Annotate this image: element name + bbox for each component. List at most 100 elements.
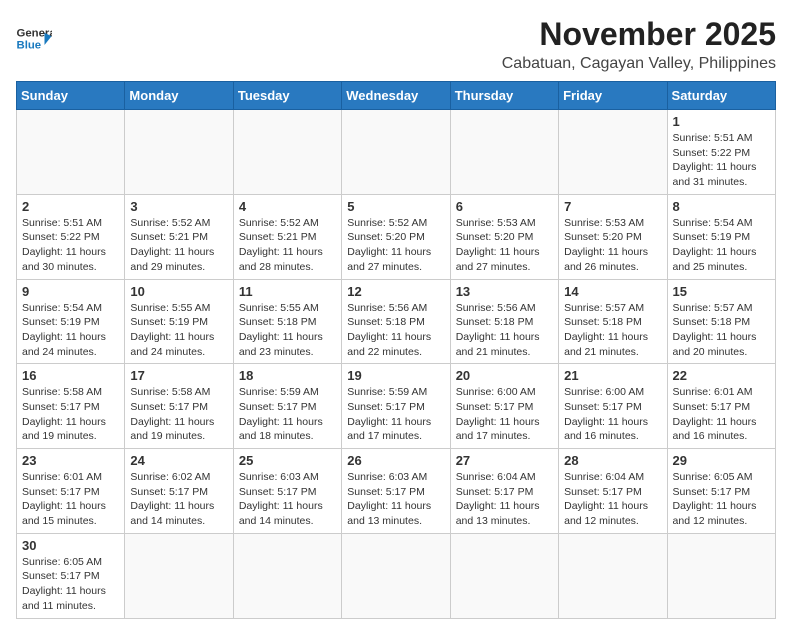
calendar-cell <box>450 533 558 618</box>
calendar-cell: 9 Sunrise: 5:54 AMSunset: 5:19 PMDaylight… <box>17 279 125 364</box>
calendar-cell: 7Sunrise: 5:53 AMSunset: 5:20 PMDaylight… <box>559 194 667 279</box>
calendar-cell: 18 Sunrise: 5:59 AMSunset: 5:17 PMDayligh… <box>233 364 341 449</box>
calendar-cell: 20Sunrise: 6:00 AMSunset: 5:17 PMDayligh… <box>450 364 558 449</box>
day-number: 4 <box>239 199 336 214</box>
calendar-cell <box>233 533 341 618</box>
day-info: Sunrise: 5:54 AMSunset: 5:19 PMDaylight:… <box>22 301 119 360</box>
day-number: 24 <box>130 453 227 468</box>
calendar-cell: 19Sunrise: 5:59 AMSunset: 5:17 PMDayligh… <box>342 364 450 449</box>
calendar-cell <box>233 110 341 195</box>
day-info: Sunrise: 5:57 AMSunset: 5:18 PMDaylight:… <box>673 301 770 360</box>
calendar-cell: 14 Sunrise: 5:57 AMSunset: 5:18 PMDayligh… <box>559 279 667 364</box>
day-number: 26 <box>347 453 444 468</box>
day-info: Sunrise: 5:53 AMSunset: 5:20 PMDaylight:… <box>456 216 553 275</box>
day-number: 17 <box>130 368 227 383</box>
day-number: 5 <box>347 199 444 214</box>
day-number: 3 <box>130 199 227 214</box>
day-info: Sunrise: 5:52 AMSunset: 5:21 PMDaylight:… <box>239 216 336 275</box>
day-number: 11 <box>239 284 336 299</box>
day-info: Sunrise: 5:59 AMSunset: 5:17 PMDaylight:… <box>239 385 336 444</box>
calendar-cell: 13Sunrise: 5:56 AMSunset: 5:18 PMDayligh… <box>450 279 558 364</box>
calendar-cell: 8 Sunrise: 5:54 AMSunset: 5:19 PMDaylight… <box>667 194 775 279</box>
day-number: 9 <box>22 284 119 299</box>
calendar-cell: 28Sunrise: 6:04 AMSunset: 5:17 PMDayligh… <box>559 449 667 534</box>
calendar-cell: 25Sunrise: 6:03 AMSunset: 5:17 PMDayligh… <box>233 449 341 534</box>
main-title: November 2025 <box>502 16 776 53</box>
calendar-cell <box>559 110 667 195</box>
calendar-cell: 23Sunrise: 6:01 AMSunset: 5:17 PMDayligh… <box>17 449 125 534</box>
calendar-cell <box>450 110 558 195</box>
calendar-cell <box>559 533 667 618</box>
calendar-cell: 27Sunrise: 6:04 AMSunset: 5:17 PMDayligh… <box>450 449 558 534</box>
day-info: Sunrise: 6:05 AMSunset: 5:17 PMDaylight:… <box>673 470 770 529</box>
calendar-cell: 16 Sunrise: 5:58 AMSunset: 5:17 PMDayligh… <box>17 364 125 449</box>
day-number: 27 <box>456 453 553 468</box>
calendar-cell <box>125 533 233 618</box>
subtitle: Cabatuan, Cagayan Valley, Philippines <box>502 55 776 73</box>
day-info: Sunrise: 6:02 AMSunset: 5:17 PMDaylight:… <box>130 470 227 529</box>
calendar-cell <box>667 533 775 618</box>
day-info: Sunrise: 5:57 AMSunset: 5:18 PMDaylight:… <box>564 301 661 360</box>
day-info: Sunrise: 5:55 AMSunset: 5:18 PMDaylight:… <box>239 301 336 360</box>
week-row-5: 30 Sunrise: 6:05 AMSunset: 5:17 PMDayligh… <box>17 533 776 618</box>
col-sunday: Sunday <box>17 82 125 110</box>
day-number: 1 <box>673 114 770 129</box>
calendar-cell: 29 Sunrise: 6:05 AMSunset: 5:17 PMDayligh… <box>667 449 775 534</box>
calendar-cell: 30 Sunrise: 6:05 AMSunset: 5:17 PMDayligh… <box>17 533 125 618</box>
day-number: 8 <box>673 199 770 214</box>
week-row-1: 2 Sunrise: 5:51 AMSunset: 5:22 PMDaylight… <box>17 194 776 279</box>
logo: General Blue <box>16 24 52 52</box>
day-info: Sunrise: 5:51 AMSunset: 5:22 PMDaylight:… <box>673 131 770 190</box>
calendar-cell: 26 Sunrise: 6:03 AMSunset: 5:17 PMDayligh… <box>342 449 450 534</box>
day-info: Sunrise: 5:58 AMSunset: 5:17 PMDaylight:… <box>22 385 119 444</box>
calendar-cell: 11 Sunrise: 5:55 AMSunset: 5:18 PMDayligh… <box>233 279 341 364</box>
col-saturday: Saturday <box>667 82 775 110</box>
day-number: 7 <box>564 199 661 214</box>
day-number: 10 <box>130 284 227 299</box>
calendar-header: Sunday Monday Tuesday Wednesday Thursday… <box>17 82 776 110</box>
week-row-3: 16 Sunrise: 5:58 AMSunset: 5:17 PMDayligh… <box>17 364 776 449</box>
week-row-2: 9 Sunrise: 5:54 AMSunset: 5:19 PMDaylight… <box>17 279 776 364</box>
week-row-4: 23Sunrise: 6:01 AMSunset: 5:17 PMDayligh… <box>17 449 776 534</box>
calendar-cell: 6 Sunrise: 5:53 AMSunset: 5:20 PMDaylight… <box>450 194 558 279</box>
col-thursday: Thursday <box>450 82 558 110</box>
day-number: 2 <box>22 199 119 214</box>
calendar-cell <box>17 110 125 195</box>
day-number: 22 <box>673 368 770 383</box>
day-number: 25 <box>239 453 336 468</box>
day-number: 15 <box>673 284 770 299</box>
calendar-cell: 1 Sunrise: 5:51 AMSunset: 5:22 PMDaylight… <box>667 110 775 195</box>
day-info: Sunrise: 5:51 AMSunset: 5:22 PMDaylight:… <box>22 216 119 275</box>
day-info: Sunrise: 5:54 AMSunset: 5:19 PMDaylight:… <box>673 216 770 275</box>
day-info: Sunrise: 6:04 AMSunset: 5:17 PMDaylight:… <box>564 470 661 529</box>
day-number: 30 <box>22 538 119 553</box>
day-info: Sunrise: 5:56 AMSunset: 5:18 PMDaylight:… <box>456 301 553 360</box>
calendar-cell: 4 Sunrise: 5:52 AMSunset: 5:21 PMDaylight… <box>233 194 341 279</box>
day-number: 14 <box>564 284 661 299</box>
calendar-cell: 10 Sunrise: 5:55 AMSunset: 5:19 PMDayligh… <box>125 279 233 364</box>
col-friday: Friday <box>559 82 667 110</box>
day-number: 16 <box>22 368 119 383</box>
day-info: Sunrise: 5:52 AMSunset: 5:21 PMDaylight:… <box>130 216 227 275</box>
logo-icon: General Blue <box>16 24 52 52</box>
day-number: 29 <box>673 453 770 468</box>
calendar-cell: 17Sunrise: 5:58 AMSunset: 5:17 PMDayligh… <box>125 364 233 449</box>
calendar-cell <box>125 110 233 195</box>
week-row-0: 1 Sunrise: 5:51 AMSunset: 5:22 PMDaylight… <box>17 110 776 195</box>
day-number: 23 <box>22 453 119 468</box>
calendar-cell <box>342 110 450 195</box>
calendar-cell: 3 Sunrise: 5:52 AMSunset: 5:21 PMDaylight… <box>125 194 233 279</box>
day-info: Sunrise: 6:05 AMSunset: 5:17 PMDaylight:… <box>22 555 119 614</box>
calendar-cell: 24 Sunrise: 6:02 AMSunset: 5:17 PMDayligh… <box>125 449 233 534</box>
calendar-cell: 15 Sunrise: 5:57 AMSunset: 5:18 PMDayligh… <box>667 279 775 364</box>
day-info: Sunrise: 6:03 AMSunset: 5:17 PMDaylight:… <box>347 470 444 529</box>
calendar-body: 1 Sunrise: 5:51 AMSunset: 5:22 PMDaylight… <box>17 110 776 619</box>
calendar-cell: 12Sunrise: 5:56 AMSunset: 5:18 PMDayligh… <box>342 279 450 364</box>
day-number: 6 <box>456 199 553 214</box>
day-info: Sunrise: 5:55 AMSunset: 5:19 PMDaylight:… <box>130 301 227 360</box>
day-number: 18 <box>239 368 336 383</box>
calendar-cell: 2 Sunrise: 5:51 AMSunset: 5:22 PMDaylight… <box>17 194 125 279</box>
day-number: 20 <box>456 368 553 383</box>
header-row: Sunday Monday Tuesday Wednesday Thursday… <box>17 82 776 110</box>
day-info: Sunrise: 6:01 AMSunset: 5:17 PMDaylight:… <box>673 385 770 444</box>
